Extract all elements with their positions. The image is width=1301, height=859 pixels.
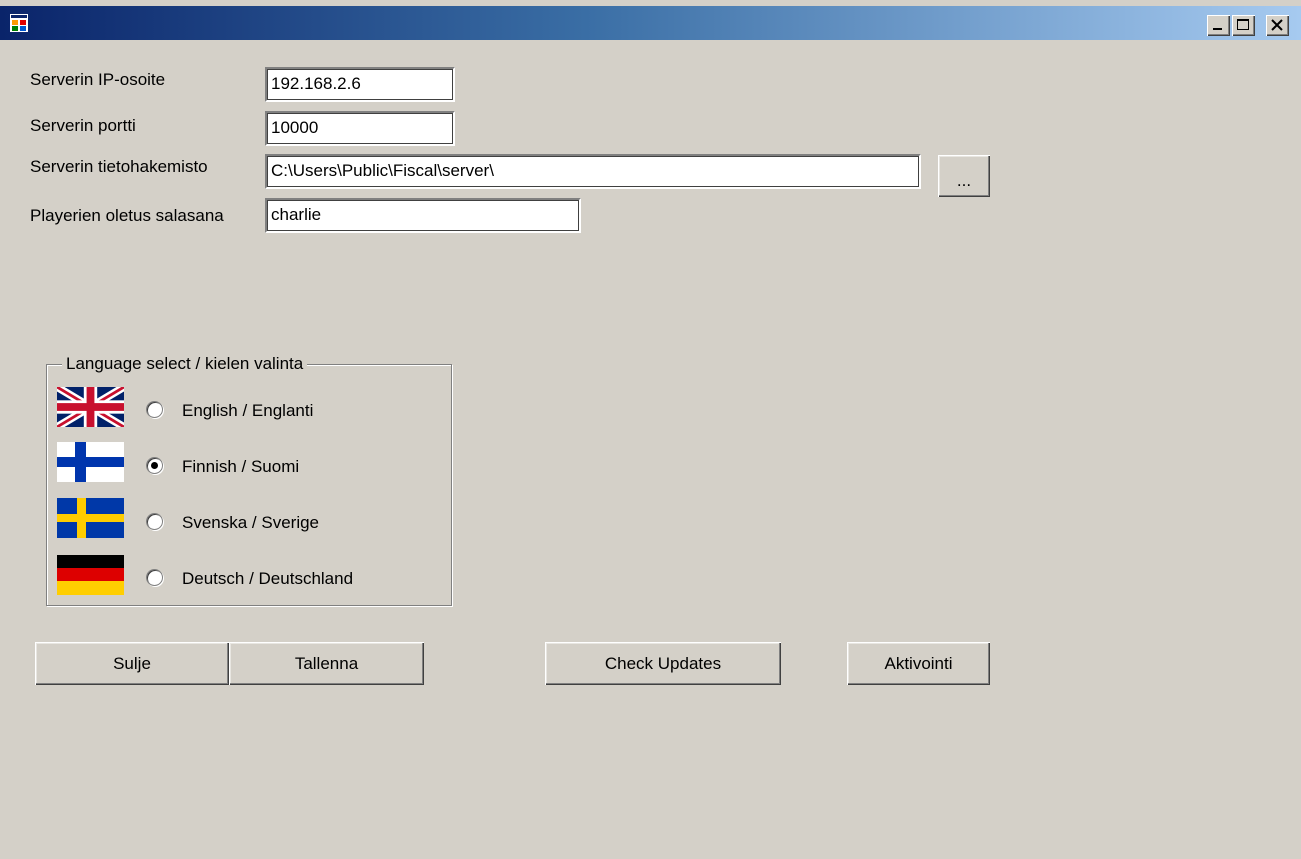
directory-label: Serverin tietohakemisto <box>30 157 208 176</box>
germany-flag-icon <box>57 555 124 595</box>
close-button[interactable]: Sulje <box>35 642 229 685</box>
port-input[interactable]: 10000 <box>265 111 455 146</box>
finnish-option-label[interactable]: Finnish / Suomi <box>182 457 299 477</box>
close-window-button[interactable] <box>1266 15 1289 36</box>
minimize-icon <box>1213 28 1222 30</box>
title-bar[interactable] <box>0 6 1301 40</box>
uk-flag-icon <box>57 387 124 427</box>
maximize-button[interactable] <box>1232 15 1255 36</box>
german-radio[interactable] <box>146 569 163 586</box>
ip-input[interactable]: 192.168.2.6 <box>265 67 455 102</box>
english-radio[interactable] <box>146 401 163 418</box>
sweden-flag-icon <box>57 498 124 538</box>
close-icon <box>1271 19 1283 31</box>
finnish-radio[interactable] <box>146 457 163 474</box>
minimize-button[interactable] <box>1207 15 1230 36</box>
directory-input[interactable]: C:\Users\Public\Fiscal\server\ <box>265 154 921 189</box>
maximize-icon <box>1237 19 1249 30</box>
password-label: Playerien oletus salasana <box>30 206 224 225</box>
app-window-icon[interactable] <box>10 14 28 32</box>
german-option-label[interactable]: Deutsch / Deutschland <box>182 569 353 589</box>
ip-label: Serverin IP-osoite <box>30 70 166 89</box>
check-updates-button[interactable]: Check Updates <box>545 642 781 685</box>
swedish-option-label[interactable]: Svenska / Sverige <box>182 513 319 533</box>
language-group-label: Language select / kielen valinta <box>62 354 308 374</box>
activate-button[interactable]: Aktivointi <box>847 642 990 685</box>
finland-flag-icon <box>57 442 124 482</box>
password-input[interactable]: charlie <box>265 198 581 233</box>
browse-button[interactable]: ... <box>938 155 990 197</box>
port-label: Serverin portti <box>30 116 136 135</box>
swedish-radio[interactable] <box>146 513 163 530</box>
english-option-label[interactable]: English / Englanti <box>182 401 313 421</box>
save-button[interactable]: Tallenna <box>229 642 424 685</box>
